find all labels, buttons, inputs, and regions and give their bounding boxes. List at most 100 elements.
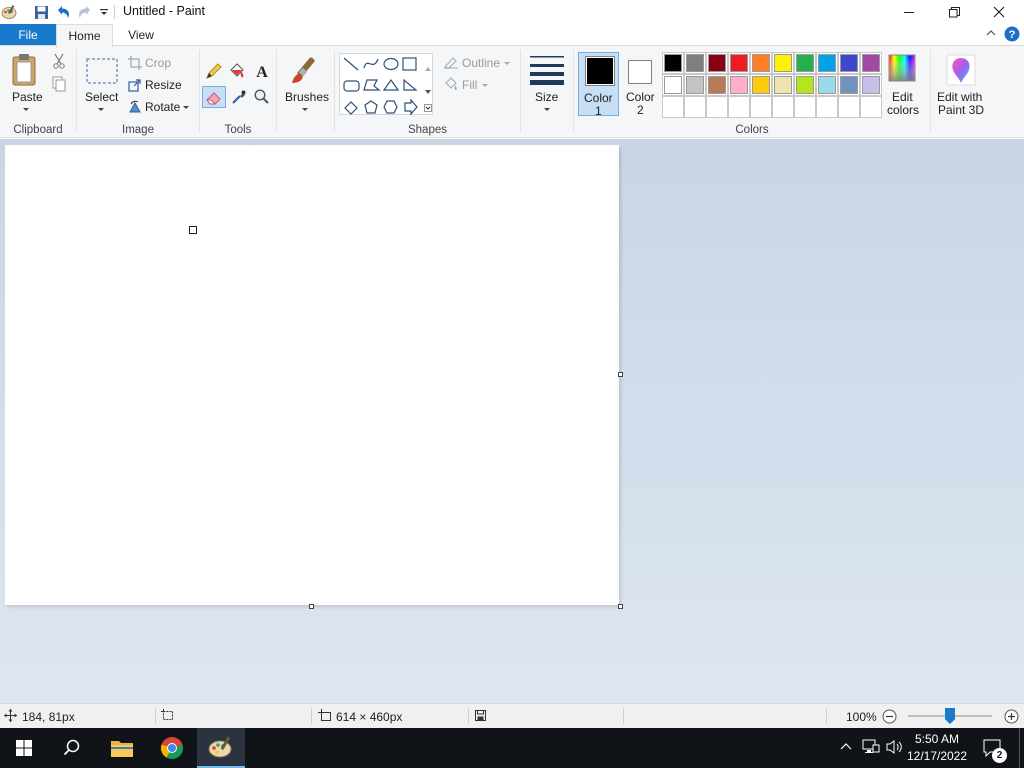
svg-text:A: A bbox=[256, 64, 268, 80]
show-hidden-icons[interactable] bbox=[840, 741, 852, 756]
taskbar-chrome[interactable] bbox=[148, 728, 196, 768]
palette-color-swatch[interactable] bbox=[706, 74, 728, 96]
resize-handle-right[interactable] bbox=[618, 372, 623, 377]
fill-dropdown-icon[interactable] bbox=[482, 84, 488, 87]
outline-icon[interactable] bbox=[443, 55, 459, 72]
restore-button[interactable] bbox=[931, 0, 977, 24]
tab-file[interactable]: File bbox=[0, 24, 56, 46]
taskbar-file-explorer[interactable] bbox=[98, 728, 146, 768]
text-tool-icon[interactable]: A bbox=[253, 62, 271, 83]
palette-custom-slot[interactable] bbox=[816, 96, 838, 118]
palette-color-swatch[interactable] bbox=[838, 52, 860, 74]
palette-custom-slot[interactable] bbox=[750, 96, 772, 118]
brushes-button[interactable] bbox=[288, 53, 322, 90]
palette-custom-slot[interactable] bbox=[728, 96, 750, 118]
palette-custom-slot[interactable] bbox=[794, 96, 816, 118]
palette-color-swatch[interactable] bbox=[706, 52, 728, 74]
edit-colors-button[interactable] bbox=[888, 54, 916, 85]
canvas-workspace[interactable] bbox=[0, 139, 1024, 703]
palette-color-swatch[interactable] bbox=[860, 52, 882, 74]
palette-color-swatch[interactable] bbox=[662, 52, 684, 74]
save-icon[interactable] bbox=[32, 3, 50, 21]
crop-icon[interactable] bbox=[128, 56, 142, 73]
edit-with-paint3d-button[interactable] bbox=[946, 54, 976, 89]
shapes-scroll-up-icon[interactable] bbox=[425, 60, 431, 74]
close-button[interactable] bbox=[976, 0, 1022, 24]
select-button[interactable] bbox=[86, 58, 118, 87]
minimize-button[interactable] bbox=[886, 0, 932, 24]
tab-view[interactable]: View bbox=[116, 24, 166, 46]
paste-button[interactable] bbox=[10, 53, 42, 90]
copy-icon[interactable] bbox=[51, 76, 67, 95]
redo-icon[interactable] bbox=[76, 3, 94, 21]
select-dropdown-icon[interactable] bbox=[98, 108, 104, 111]
resize-handle-bottom[interactable] bbox=[309, 604, 314, 609]
palette-color-swatch[interactable] bbox=[684, 52, 706, 74]
search-button[interactable] bbox=[48, 728, 96, 768]
collapse-ribbon-icon[interactable] bbox=[985, 27, 997, 42]
resize-button[interactable]: Resize bbox=[145, 78, 182, 92]
size-dropdown-icon[interactable] bbox=[544, 108, 550, 111]
outline-dropdown-icon[interactable] bbox=[504, 62, 510, 65]
zoom-slider-thumb[interactable] bbox=[945, 708, 955, 724]
size-button[interactable] bbox=[530, 55, 564, 88]
color2-button[interactable]: Color 2 bbox=[622, 52, 660, 117]
undo-icon[interactable] bbox=[54, 3, 72, 21]
start-button[interactable] bbox=[0, 728, 48, 768]
help-icon[interactable]: ? bbox=[1004, 26, 1020, 45]
palette-color-swatch[interactable] bbox=[772, 74, 794, 96]
show-desktop-button[interactable] bbox=[1019, 728, 1020, 768]
palette-color-swatch[interactable] bbox=[816, 74, 838, 96]
palette-custom-slot[interactable] bbox=[838, 96, 860, 118]
palette-color-swatch[interactable] bbox=[794, 52, 816, 74]
color1-button[interactable]: Color 1 bbox=[578, 52, 619, 118]
fill-bucket-icon[interactable] bbox=[228, 62, 246, 83]
palette-custom-slot[interactable] bbox=[772, 96, 794, 118]
shapes-scroll-down-icon[interactable] bbox=[425, 83, 431, 97]
palette-color-swatch[interactable] bbox=[772, 52, 794, 74]
magnifier-icon[interactable] bbox=[253, 88, 271, 109]
shapes-gallery-icons[interactable] bbox=[342, 56, 430, 116]
palette-custom-slot[interactable] bbox=[860, 96, 882, 118]
resize-icon[interactable] bbox=[128, 78, 142, 95]
fill-icon[interactable] bbox=[443, 77, 459, 94]
paint-app-icon[interactable] bbox=[0, 3, 18, 21]
palette-color-swatch[interactable] bbox=[860, 74, 882, 96]
palette-custom-slot[interactable] bbox=[706, 96, 728, 118]
zoom-out-button[interactable] bbox=[882, 709, 897, 727]
eraser-tool-selected[interactable] bbox=[202, 86, 226, 108]
palette-color-swatch[interactable] bbox=[662, 74, 684, 96]
fill-button[interactable]: Fill bbox=[462, 78, 477, 92]
crop-button[interactable]: Crop bbox=[145, 56, 171, 70]
outline-button[interactable]: Outline bbox=[462, 56, 500, 70]
palette-color-swatch[interactable] bbox=[728, 74, 750, 96]
palette-color-swatch[interactable] bbox=[816, 52, 838, 74]
paste-dropdown-icon[interactable] bbox=[23, 108, 29, 111]
customize-quick-access-icon[interactable] bbox=[95, 3, 113, 21]
zoom-in-button[interactable] bbox=[1004, 709, 1019, 727]
color-picker-icon[interactable] bbox=[230, 88, 248, 109]
taskbar-paint[interactable] bbox=[197, 728, 245, 768]
rotate-dropdown-icon[interactable] bbox=[183, 106, 189, 109]
palette-custom-slot[interactable] bbox=[662, 96, 684, 118]
shapes-more-icon[interactable] bbox=[424, 101, 432, 115]
pencil-icon[interactable] bbox=[205, 62, 223, 83]
brushes-dropdown-icon[interactable] bbox=[302, 108, 308, 111]
palette-color-swatch[interactable] bbox=[794, 74, 816, 96]
network-icon[interactable] bbox=[862, 739, 880, 758]
tab-home[interactable]: Home bbox=[56, 24, 113, 47]
palette-color-swatch[interactable] bbox=[838, 74, 860, 96]
ribbon-tabs: File Home View ? bbox=[0, 24, 1024, 47]
volume-icon[interactable] bbox=[886, 739, 904, 758]
palette-color-swatch[interactable] bbox=[750, 74, 772, 96]
rotate-button[interactable]: Rotate bbox=[145, 100, 180, 114]
taskbar-clock[interactable]: 5:50 AM 12/17/2022 bbox=[904, 731, 970, 765]
palette-color-swatch[interactable] bbox=[684, 74, 706, 96]
palette-color-swatch[interactable] bbox=[728, 52, 750, 74]
palette-color-swatch[interactable] bbox=[750, 52, 772, 74]
drawing-canvas[interactable] bbox=[5, 145, 619, 605]
palette-custom-slot[interactable] bbox=[684, 96, 706, 118]
resize-handle-corner[interactable] bbox=[618, 604, 623, 609]
rotate-icon[interactable] bbox=[128, 100, 142, 117]
cut-icon[interactable] bbox=[51, 53, 67, 72]
